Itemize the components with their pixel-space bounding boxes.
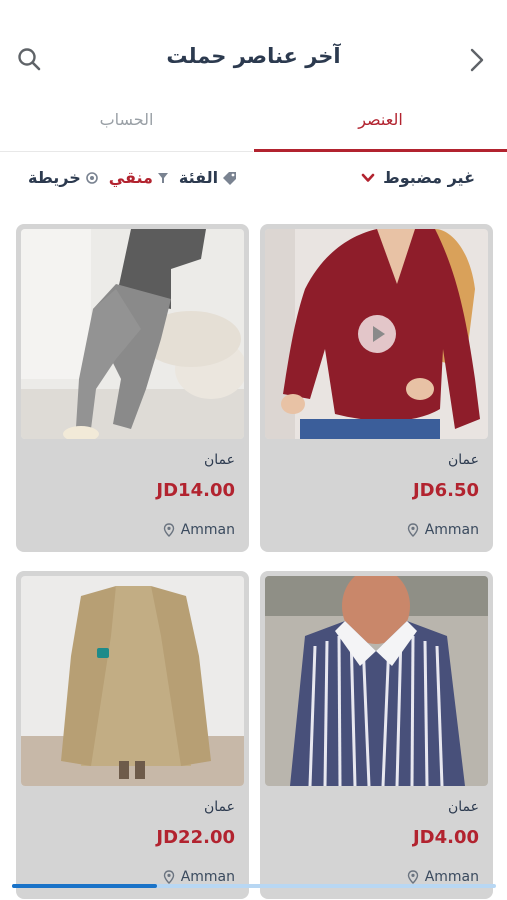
product-price: JD22.00 [156,827,235,848]
map-pin-icon [163,870,174,884]
sort-dropdown[interactable]: غير مضبوط [361,168,475,187]
product-card[interactable]: عمان JD6.50 Amman [260,224,493,552]
map-button[interactable]: خريطة [28,168,99,187]
search-icon [18,48,41,71]
product-location: Amman [163,522,235,538]
map-label: خريطة [28,168,81,187]
tab-bar: العنصر الحساب [0,100,507,152]
product-location: Amman [407,869,479,885]
chevron-down-icon [361,173,375,182]
map-pin-icon [407,870,418,884]
location-target-icon [85,171,98,184]
product-price: JD14.00 [156,480,235,501]
product-city: عمان [448,799,479,815]
play-video-button[interactable] [357,315,396,353]
product-location-label: Amman [424,869,479,885]
product-location: Amman [163,869,235,885]
filter-button[interactable]: منقي [109,168,169,187]
map-pin-icon [163,523,174,537]
product-image [265,229,488,439]
back-button[interactable] [461,44,493,76]
product-image [21,229,244,439]
category-filter-button[interactable]: الفئة [179,168,238,187]
product-card[interactable]: عمان JD4.00 Amman [260,571,493,899]
product-city: عمان [204,799,235,815]
scroll-thumb[interactable] [12,884,157,888]
filtered-label: منقي [108,168,153,187]
tab-account[interactable]: الحساب [0,100,253,152]
filter-bar: غير مضبوط الفئة منقي خريطة [0,166,507,196]
product-image [265,576,488,786]
chevron-right-icon [470,48,484,72]
product-location: Amman [407,522,479,538]
product-location-label: Amman [180,522,235,538]
category-label: الفئة [178,168,219,187]
product-card[interactable]: عمان JD14.00 Amman [16,224,249,552]
tab-item[interactable]: العنصر [254,100,507,152]
product-city: عمان [204,452,235,468]
product-location-label: Amman [180,869,235,885]
funnel-icon [157,172,168,183]
play-icon [372,326,385,342]
sort-label: غير مضبوط [383,168,475,187]
product-image [21,576,244,786]
product-card[interactable]: عمان JD22.00 Amman [16,571,249,899]
map-pin-icon [407,523,418,537]
page-title: آخر عناصر حملت [166,44,341,68]
search-button[interactable] [14,44,46,76]
filter-chips: الفئة منقي خريطة [28,168,238,187]
product-price: JD4.00 [412,827,479,848]
product-location-label: Amman [424,522,479,538]
product-price: JD6.50 [412,480,479,501]
tag-icon [223,171,237,185]
product-city: عمان [448,452,479,468]
app-header: آخر عناصر حملت [0,0,507,110]
